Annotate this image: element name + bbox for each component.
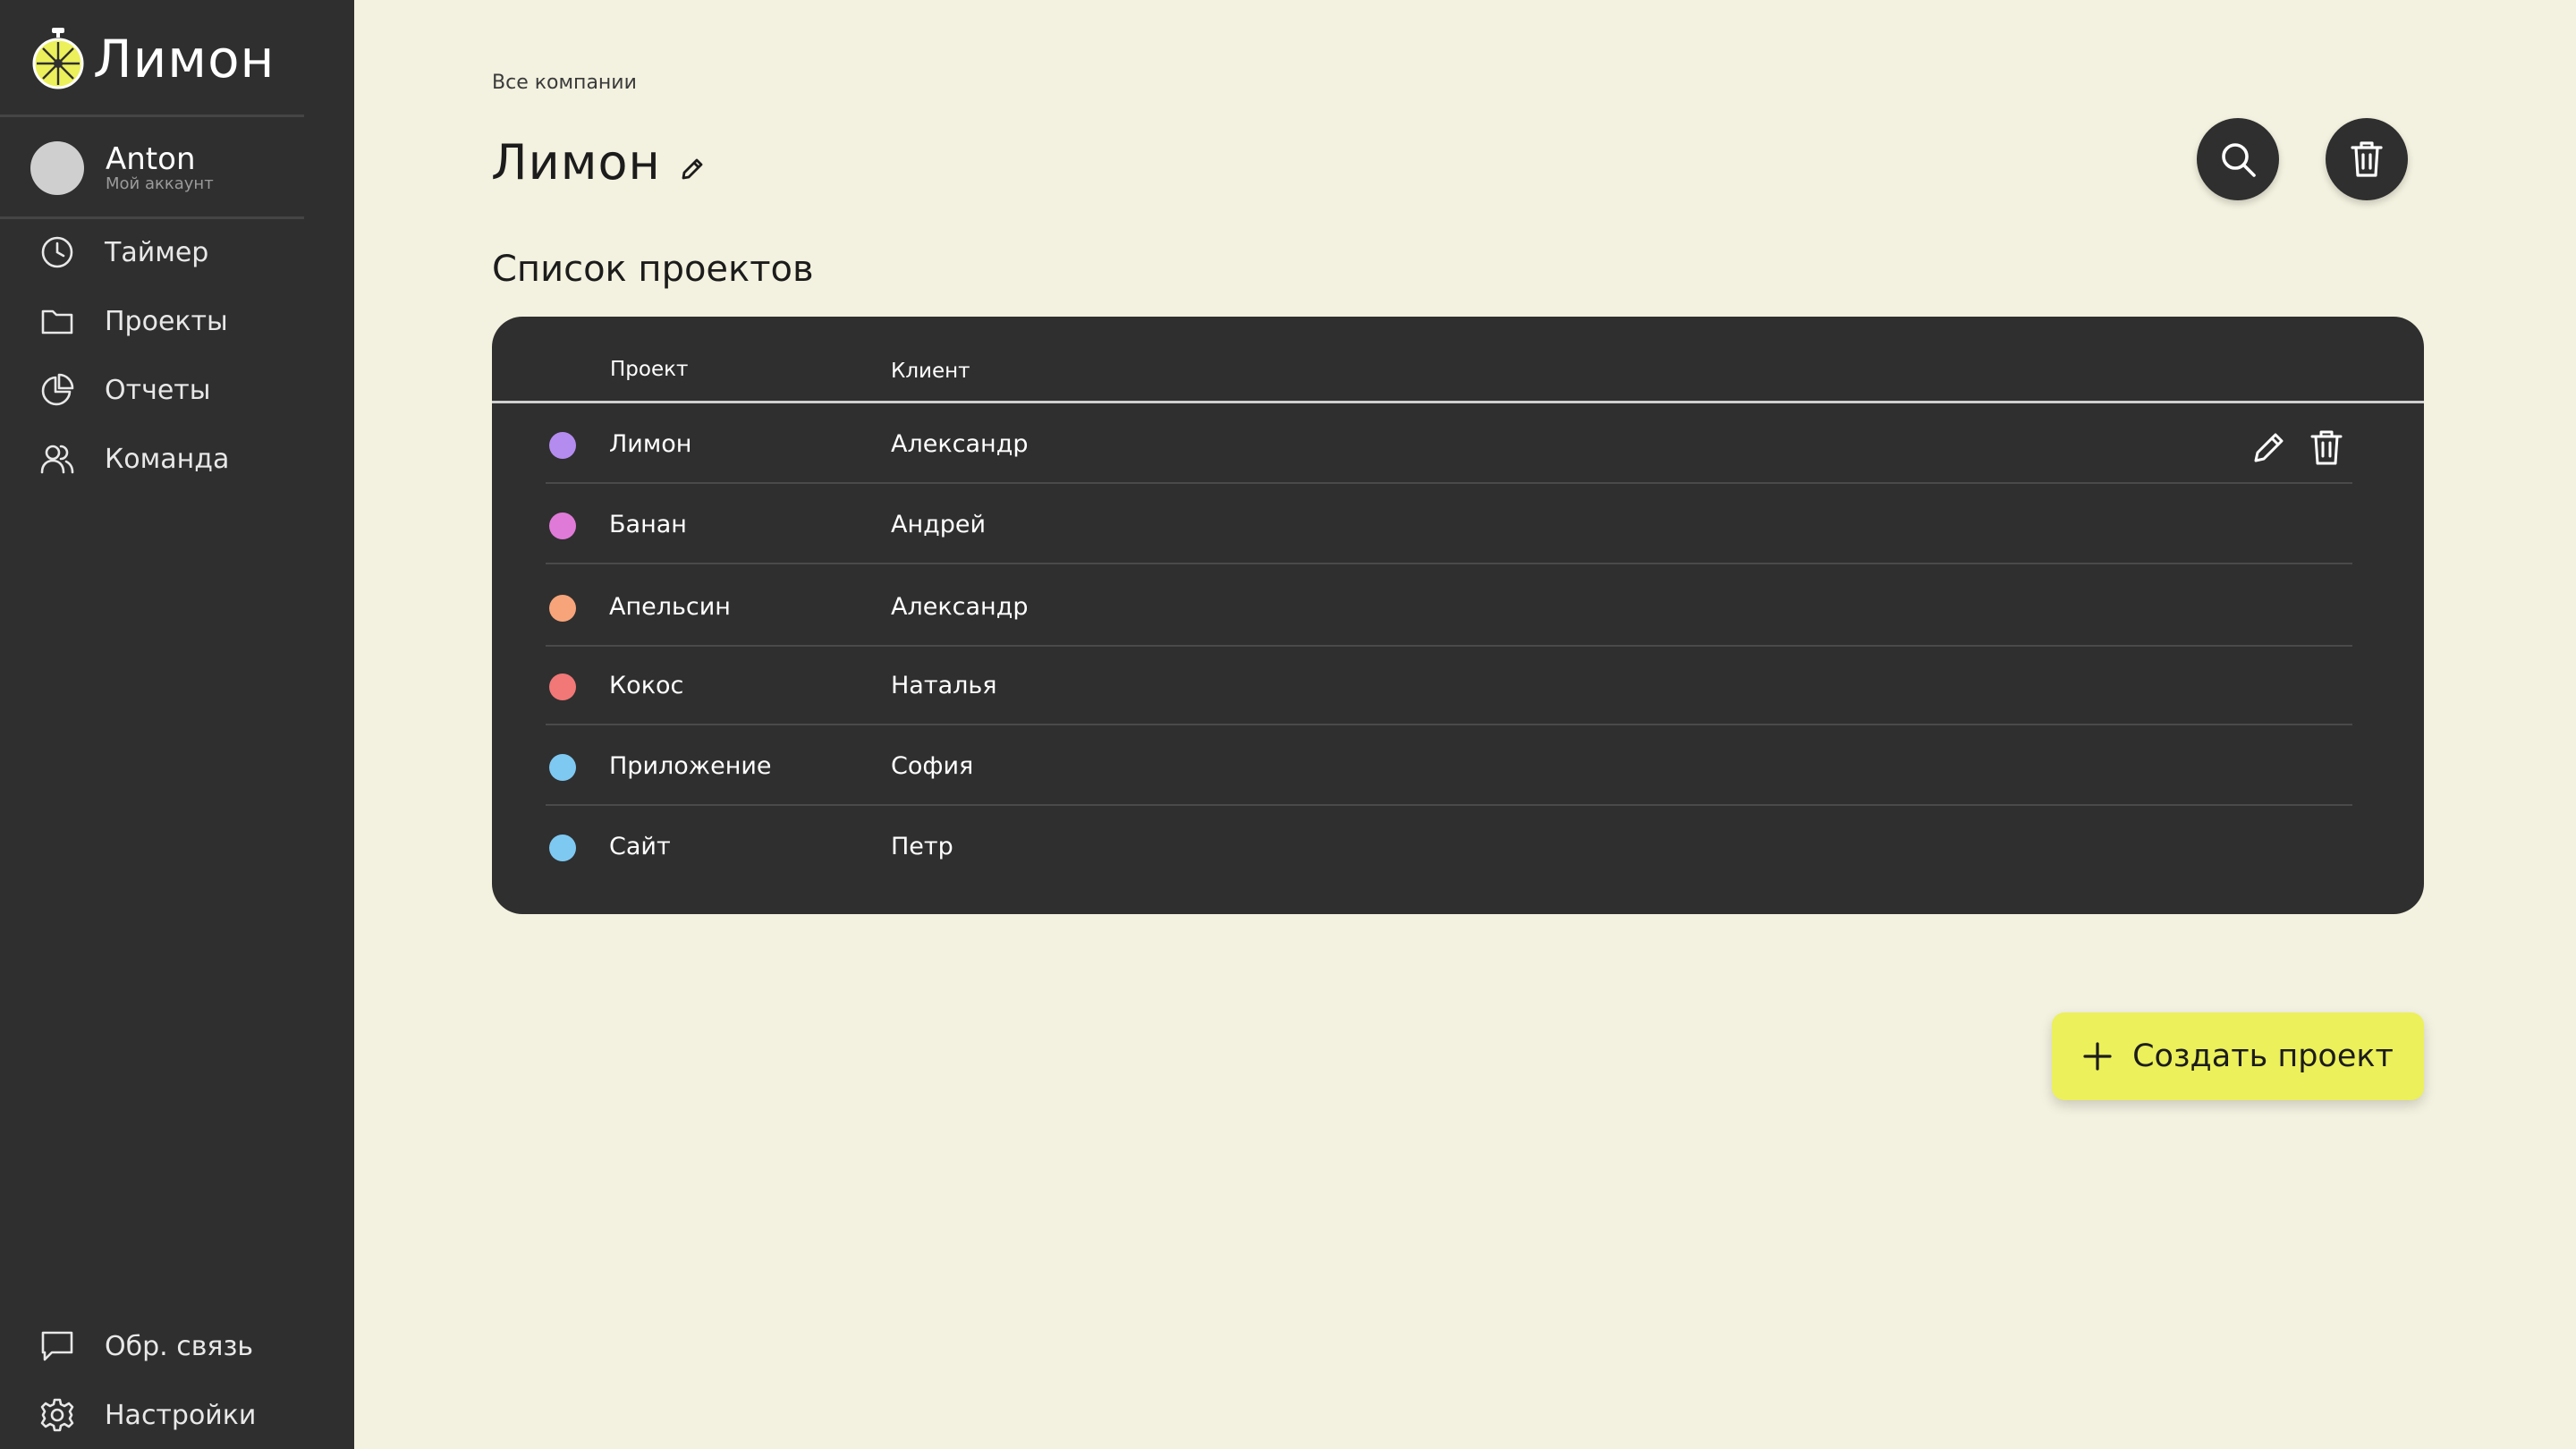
table-header: Проект Клиент — [492, 317, 2424, 403]
project-color-dot — [549, 754, 576, 781]
project-color-dot — [549, 595, 576, 622]
client-name: София — [891, 752, 974, 780]
client-name: Наталья — [891, 672, 997, 699]
trash-icon — [2351, 141, 2383, 177]
sidebar-item-timer[interactable]: Таймер — [39, 234, 229, 270]
pencil-icon[interactable] — [679, 156, 706, 182]
sidebar-item-projects[interactable]: Проекты — [39, 303, 229, 339]
account-link[interactable]: Anton Мой аккаунт — [30, 140, 214, 197]
account-name: Anton — [106, 141, 196, 177]
table-row[interactable]: Кокос Наталья — [492, 645, 2424, 725]
avatar — [30, 141, 84, 195]
project-name: Банан — [609, 511, 687, 538]
column-header-project[interactable]: Проект — [610, 358, 688, 381]
sidebar-item-label: Команда — [105, 443, 230, 475]
table-row[interactable]: Приложение София — [492, 725, 2424, 806]
project-color-dot — [549, 674, 576, 700]
sidebar-item-label: Отчеты — [105, 374, 211, 406]
sidebar-item-label: Проекты — [105, 305, 228, 337]
table-row[interactable]: Сайт Петр — [492, 806, 2424, 886]
lemon-logo-icon — [32, 28, 84, 89]
project-name: Кокос — [609, 672, 684, 699]
trash-icon[interactable] — [2308, 428, 2345, 466]
project-color-dot — [549, 835, 576, 861]
project-name: Приложение — [609, 752, 772, 780]
project-color-dot — [549, 513, 576, 539]
project-name: Апельсин — [609, 593, 731, 621]
sidebar-item-feedback[interactable]: Обр. связь — [39, 1328, 256, 1364]
client-name: Александр — [891, 430, 1029, 458]
project-name: Сайт — [609, 833, 671, 860]
sidebar-bottom-nav: Обр. связь Настройки — [39, 1328, 256, 1449]
folder-icon — [41, 309, 73, 335]
client-name: Андрей — [891, 511, 987, 538]
edit-icon[interactable] — [2250, 428, 2288, 466]
page-title: Лимон — [491, 134, 706, 191]
row-actions — [2250, 428, 2365, 466]
client-name: Петр — [891, 833, 953, 860]
breadcrumb[interactable]: Все компании — [492, 72, 637, 94]
sidebar-item-label: Таймер — [105, 236, 209, 268]
sidebar-item-team[interactable]: Команда — [39, 441, 229, 477]
sidebar-divider — [0, 216, 304, 219]
app-root: Лимон Anton Мой аккаунт Таймер Проекты О… — [0, 0, 2576, 1449]
account-subtitle: Мой аккаунт — [106, 174, 214, 193]
search-button[interactable] — [2197, 118, 2279, 200]
sidebar-item-settings[interactable]: Настройки — [39, 1397, 256, 1433]
sidebar-divider — [0, 114, 304, 117]
sidebar: Лимон Anton Мой аккаунт Таймер Проекты О… — [0, 0, 354, 1449]
gear-icon — [40, 1398, 74, 1432]
clock-icon — [41, 236, 73, 268]
chat-icon — [41, 1331, 73, 1361]
pie-chart-icon — [41, 373, 74, 406]
team-icon — [40, 445, 74, 474]
create-project-button[interactable]: Создать проект — [2052, 1013, 2424, 1100]
sidebar-item-reports[interactable]: Отчеты — [39, 372, 229, 408]
project-name: Лимон — [609, 430, 692, 458]
column-header-client[interactable]: Клиент — [891, 360, 970, 383]
client-name: Александр — [891, 593, 1029, 621]
sidebar-item-label: Настройки — [105, 1399, 257, 1431]
sidebar-item-label: Обр. связь — [105, 1330, 254, 1362]
table-row[interactable]: Апельсин Александр — [492, 566, 2424, 647]
sidebar-nav: Таймер Проекты Отчеты Команда — [39, 234, 229, 510]
logo[interactable]: Лимон — [30, 23, 275, 95]
logo-text: Лимон — [93, 29, 275, 89]
create-project-label: Создать проект — [2132, 1038, 2394, 1074]
section-title: Список проектов — [492, 249, 814, 290]
page-title-text: Лимон — [491, 134, 661, 191]
project-color-dot — [549, 432, 576, 459]
search-icon — [2222, 143, 2256, 177]
projects-table: Проект Клиент Лимон Александр Банан Андр… — [492, 317, 2424, 914]
delete-company-button[interactable] — [2326, 118, 2408, 200]
table-row[interactable]: Банан Андрей — [492, 484, 2424, 564]
table-row[interactable]: Лимон Александр — [492, 403, 2424, 484]
plus-icon — [2083, 1042, 2112, 1071]
row-divider — [546, 563, 2352, 564]
